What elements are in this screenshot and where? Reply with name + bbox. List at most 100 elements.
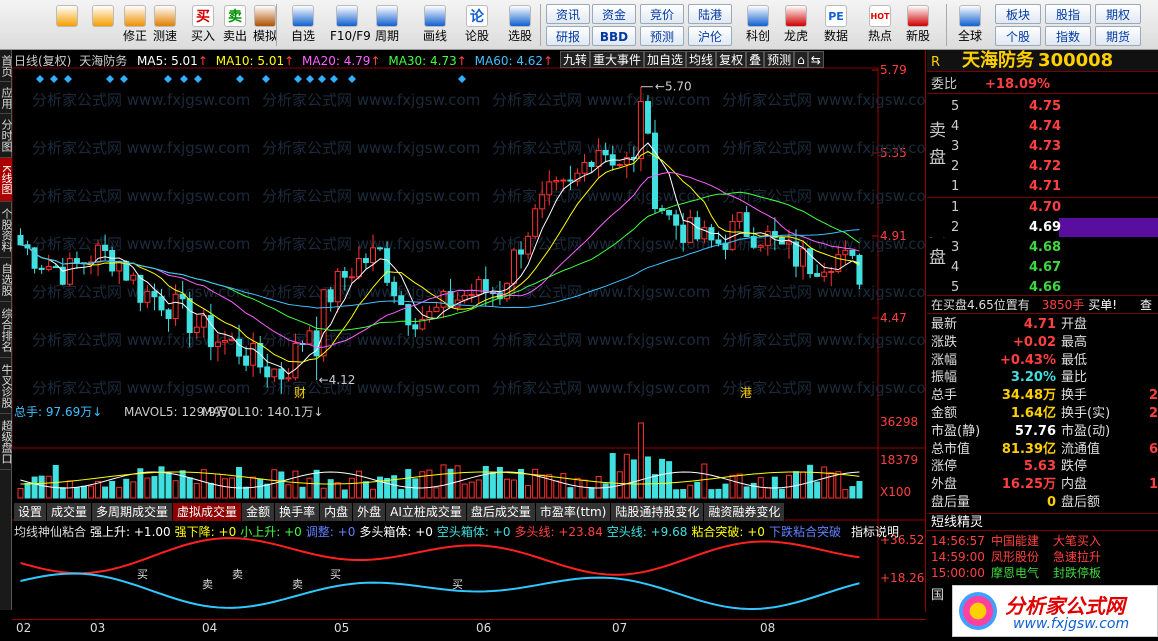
toolbar-btn-11[interactable]: 论论股 [460,2,494,48]
toolbar-btn2-2[interactable]: PE 数据 [818,2,854,48]
toolbar-btn2-0[interactable]: 科创 [740,2,776,48]
bid-level: 1 [951,200,960,215]
indicator-tab-7[interactable]: 外盘 [353,503,387,521]
indicator-value-2: 小上升: +0 [240,525,302,539]
indicator-tab-9[interactable]: 盘后成交量 [466,503,536,521]
left-tab-2[interactable]: 分时图 [0,114,12,158]
toolbar-btn-3[interactable]: 测速 [148,2,182,48]
chart-top-btn-0[interactable]: 九转 [560,51,591,68]
candle-body [221,340,228,343]
indicator-tab-6[interactable]: 内盘 [320,503,354,521]
toolbar-small-btn[interactable]: 陆港 [688,4,732,24]
left-tab-7[interactable]: 牛叉诊股 [0,358,12,414]
event-diamond-marker [180,75,188,83]
toolbar-small-btn[interactable]: BBD [592,26,636,46]
toolbar-btn-0[interactable] [50,2,84,48]
toolbar-right-btn[interactable]: 期货 [1095,26,1141,46]
toolbar-btn2-3[interactable]: HOT 热点 [862,2,898,48]
toolbar-right-btn[interactable]: 指数 [1045,26,1091,46]
toolbar-small-btn[interactable]: 竞价 [640,4,684,24]
hot-icon: HOT [869,5,891,27]
chart-top-btn-6[interactable]: 预测 [764,51,795,68]
new-stock-icon [907,5,929,27]
stat-label: 涨停 [931,459,958,475]
chart-top-btn-5[interactable]: 叠 [746,51,765,68]
left-tab-5[interactable]: 自选股 [0,258,12,302]
ask-row[interactable]: 1 4.71 [927,177,1158,196]
volume-bar [856,481,863,499]
left-tab-3[interactable]: K线图 [0,158,12,202]
indicator-tab-3[interactable]: 虚拟成交量 [173,503,243,521]
stat-value: 3.20% [1010,370,1056,386]
toolbar-right-btn[interactable]: 个股 [995,26,1041,46]
ask-row[interactable]: 2 4.72 [927,157,1158,176]
toolbar-btn-5[interactable]: 卖卖出 [218,2,252,48]
indicator-help-button[interactable]: 指标说明 [851,525,899,539]
chart-top-btn-8[interactable]: ⇆ [807,51,824,68]
indicator-tab-10[interactable]: 市盈率(ttm) [535,503,612,521]
indicator-tab-5[interactable]: 换手率 [275,503,321,521]
indicator-tab-4[interactable]: 金额 [242,503,276,521]
bid-row[interactable]: 3 4.68 [927,238,1158,257]
toolbar-small-btn[interactable]: 资金 [592,4,636,24]
chart-top-btn-2[interactable]: 加自选 [644,51,687,68]
toolbar-btn-12[interactable]: 选股 [503,2,537,48]
site-logo: 分析家公式网 www.fxjgsw.com [952,585,1158,637]
logo-flower-icon [959,592,997,630]
big-order-row[interactable]: 在买盘4.65位置有 3850手 买单! 查 [927,295,1158,314]
toolbar-small-btn[interactable]: 研报 [546,26,590,46]
toolbar-btn-8[interactable]: F10/F9 [330,2,371,48]
rocket-icon [747,5,769,27]
chart-top-btn-7[interactable]: ⌂ [794,51,808,68]
event-diamond-marker [330,75,338,83]
left-tab-6[interactable]: 综合排名 [0,302,12,358]
toolbar-btn2-1[interactable]: 龙虎 [778,2,814,48]
left-tab-0[interactable]: 首页 [0,50,12,82]
candle-body [680,224,687,243]
elf-row[interactable]: 15:00:00 摩恩电气 封跌停板 [927,565,1158,581]
chart-top-btn-1[interactable]: 重大事件 [590,51,645,68]
toolbar-small-btn[interactable]: 沪伦 [688,26,732,46]
chart-top-btn-4[interactable]: 复权 [716,51,747,68]
toolbar-btn-4[interactable]: 买买入 [186,2,220,48]
indicator-tab-8[interactable]: AI立桩成交量 [386,503,467,521]
toolbar-right-btn[interactable]: 股指 [1045,4,1091,24]
toolbar-right-btn[interactable]: 板块 [995,4,1041,24]
volume-axis-label: X100 [880,485,911,499]
bid-row[interactable]: 1 4.70 [927,198,1158,217]
indicator-tab-11[interactable]: 陆股通持股变化 [611,503,705,521]
price-axis-label: 5.79 [880,63,907,77]
ask-row[interactable]: 4 4.74 [927,117,1158,136]
toolbar-right-btn[interactable]: 期权 [1095,4,1141,24]
toolbar-btn-9[interactable]: 周期 [370,2,404,48]
elf-row[interactable]: 14:59:00 凤形股份 急速拉升 [927,549,1158,565]
volume-bar [130,481,137,499]
candle-body [102,244,109,251]
indicator-tab-2[interactable]: 多周期成交量 [92,503,174,521]
left-tab-4[interactable]: 个股资料 [0,202,12,258]
left-tab-1[interactable]: 应用 [0,82,12,114]
toolbar-btn2-4[interactable]: 新股 [900,2,936,48]
ask-row[interactable]: 5 4.75 [927,97,1158,116]
toolbar-btn-1[interactable] [86,2,120,48]
toolbar-btn2-5[interactable]: 全球 [952,2,988,48]
elf-row[interactable]: 14:56:57 中国能建 大笔买入 [927,533,1158,549]
ask-row[interactable]: 3 4.73 [927,137,1158,156]
toolbar-btn-10[interactable]: 画线 [418,2,452,48]
toolbar-btn-2[interactable]: 修正 [118,2,152,48]
toolbar-small-btn[interactable]: 资讯 [546,4,590,24]
watermark-text: 分析家公式网 www.fxjgsw.com [262,187,480,205]
chart-top-btn-3[interactable]: 均线 [686,51,717,68]
bid-row[interactable]: 4 4.67 [927,258,1158,277]
bid-row[interactable]: 2 4.69 [927,218,1158,237]
indicator-tab-12[interactable]: 融资融券变化 [704,503,786,521]
toolbar-btn-7[interactable]: 自选 [286,2,320,48]
document-icon [336,5,358,27]
indicator-tab-1[interactable]: 成交量 [47,503,93,521]
candle-body [165,309,172,319]
volume-bar [581,479,588,499]
toolbar-small-btn[interactable]: 预测 [640,26,684,46]
big-order-query[interactable]: 查 [1140,296,1152,315]
left-tab-8[interactable]: 超级盘口 [0,414,12,470]
indicator-tab-0[interactable]: 设置 [14,503,48,521]
